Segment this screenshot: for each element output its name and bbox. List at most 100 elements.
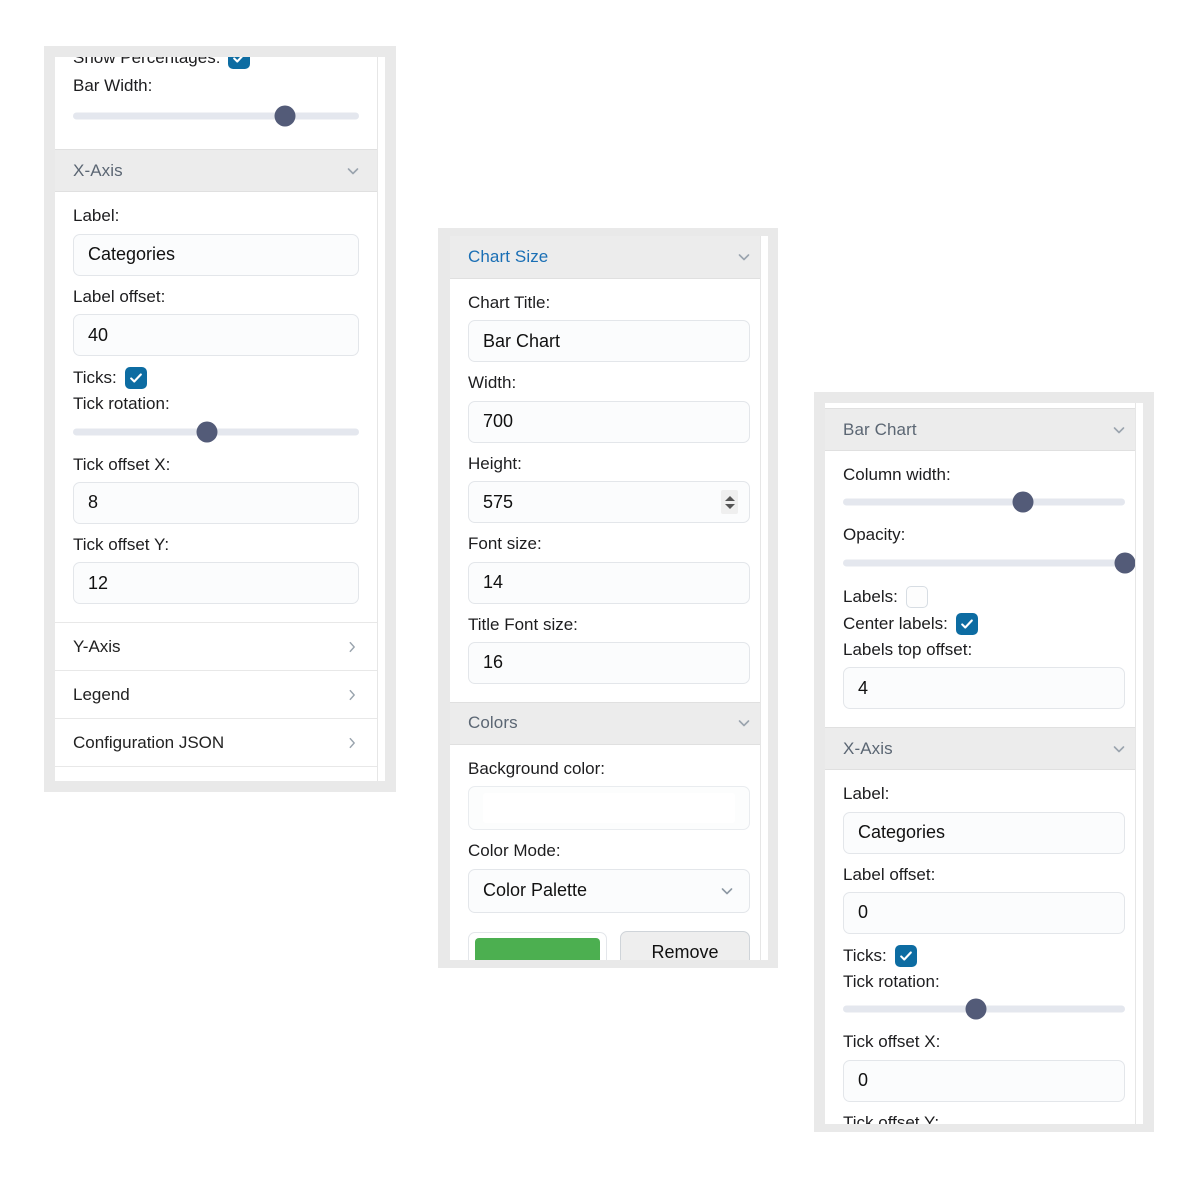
chart-title-input[interactable]: Bar Chart — [468, 320, 750, 363]
show-percentages-row[interactable]: Show Percentages: — [73, 57, 359, 69]
section-header-colors[interactable]: Colors — [450, 701, 768, 745]
right-settings-panel: Bar Chart Column width: Opacity: Labels:… — [814, 392, 1154, 1132]
palette-row: Remove — [468, 930, 750, 960]
tick-rotation-slider-thumb[interactable] — [196, 421, 218, 443]
title-font-size-input[interactable]: 16 — [468, 641, 750, 684]
labels-checkbox[interactable] — [905, 585, 928, 608]
bar-width-slider-thumb[interactable] — [274, 105, 296, 127]
section-header-x-axis[interactable]: X-Axis — [825, 727, 1143, 771]
x-axis-section-body: Label: Categories Label offset: 40 Ticks… — [55, 192, 377, 623]
palette-remove-button[interactable]: Remove — [620, 930, 750, 960]
labels-top-offset-input[interactable]: 4 — [843, 667, 1125, 710]
right-panel-scroll-area[interactable]: Bar Chart Column width: Opacity: Labels:… — [825, 403, 1143, 1124]
check-icon — [899, 951, 912, 961]
x-axis-tick-offset-y-caption: Tick offset Y: — [843, 1112, 940, 1124]
section-row-configuration-json[interactable]: Configuration JSON — [55, 719, 377, 768]
left-panel-body: Show Percentages: Bar Width: X-Axis Labe… — [55, 57, 385, 781]
check-icon — [233, 57, 244, 63]
section-row-label: Configuration JSON — [73, 732, 225, 752]
tick-rotation-slider-thumb[interactable] — [965, 998, 987, 1020]
x-axis-tick-offset-y-caption: Tick offset Y: — [73, 534, 170, 554]
color-mode-caption: Color Mode: — [468, 841, 561, 861]
chart-height-value: 575 — [483, 491, 514, 512]
left-panel-scrollbar[interactable] — [377, 57, 385, 781]
chevron-right-icon — [349, 641, 355, 652]
chevron-down-icon — [347, 168, 359, 175]
opacity-caption: Opacity: — [843, 525, 906, 545]
x-axis-ticks-row[interactable]: Ticks: — [73, 367, 359, 390]
center-labels-checkbox[interactable] — [955, 612, 978, 635]
check-icon — [961, 619, 973, 629]
x-axis-label-input[interactable]: Categories — [73, 233, 359, 276]
palette-color-picker[interactable] — [468, 931, 607, 960]
section-title-bar-chart: Bar Chart — [843, 419, 917, 439]
x-axis-tick-offset-y-input[interactable]: 12 — [73, 562, 359, 605]
x-axis-label-offset-input[interactable]: 0 — [843, 891, 1125, 934]
chart-width-input[interactable]: 700 — [468, 400, 750, 443]
section-row-label: Legend — [73, 684, 130, 704]
x-axis-label-caption: Label: — [73, 206, 120, 226]
x-axis-ticks-checkbox[interactable] — [894, 944, 917, 967]
x-axis-tick-rotation-caption: Tick rotation: — [843, 971, 940, 991]
opacity-slider-track — [843, 559, 1125, 567]
section-header-bar-chart[interactable]: Bar Chart — [825, 408, 1143, 451]
color-mode-select[interactable]: Color Palette — [468, 868, 750, 913]
bar-width-label: Bar Width: — [73, 76, 153, 95]
font-size-caption: Font size: — [468, 534, 542, 554]
labels-row[interactable]: Labels: — [843, 585, 1125, 608]
chart-size-section-body: Chart Title: Bar Chart Width: 700 Height… — [450, 279, 768, 702]
section-row-label: Y-Axis — [73, 636, 121, 656]
chart-width-caption: Width: — [468, 373, 517, 393]
chart-height-stepper[interactable] — [721, 490, 738, 515]
opacity-slider-thumb[interactable] — [1114, 552, 1136, 574]
background-color-caption: Background color: — [468, 758, 606, 778]
column-width-caption: Column width: — [843, 465, 951, 484]
palette-color-swatch — [475, 937, 600, 960]
bar-width-slider[interactable] — [73, 103, 359, 129]
x-axis-ticks-checkbox[interactable] — [124, 367, 147, 390]
section-title-x-axis: X-Axis — [843, 738, 893, 758]
section-row-y-axis[interactable]: Y-Axis — [55, 623, 377, 672]
x-axis-tick-offset-x-input[interactable]: 8 — [73, 481, 359, 524]
x-axis-tick-offset-x-input[interactable]: 0 — [843, 1059, 1125, 1102]
right-panel-scrollbar[interactable] — [1135, 403, 1143, 1124]
stepper-up-icon[interactable] — [724, 495, 735, 501]
chart-height-input[interactable]: 575 — [468, 481, 750, 524]
column-width-slider-thumb[interactable] — [1012, 491, 1034, 513]
background-color-picker[interactable] — [468, 786, 750, 831]
show-percentages-checkbox[interactable] — [228, 57, 251, 69]
opacity-slider[interactable] — [843, 550, 1136, 576]
middle-settings-panel: Chart Size Chart Title: Bar Chart Width:… — [438, 228, 778, 968]
font-size-input[interactable]: 14 — [468, 561, 750, 604]
column-width-slider[interactable] — [843, 489, 1125, 515]
section-header-chart-size[interactable]: Chart Size — [450, 236, 768, 279]
chevron-down-icon — [738, 720, 750, 727]
chevron-right-icon — [349, 737, 355, 748]
x-axis-label-offset-input[interactable]: 40 — [73, 314, 359, 357]
section-row-export[interactable]: Export — [55, 767, 377, 781]
background-color-swatch — [483, 793, 735, 824]
column-width-slider-track — [843, 498, 1125, 506]
x-axis-tick-rotation-slider[interactable] — [73, 419, 359, 445]
show-percentages-label: Show Percentages: — [73, 57, 221, 67]
x-axis-label-offset-caption: Label offset: — [73, 286, 166, 306]
section-row-legend[interactable]: Legend — [55, 671, 377, 720]
collapsed-sections-list: Y-Axis Legend Configuration JSON — [55, 622, 377, 781]
section-header-x-axis[interactable]: X-Axis — [55, 149, 377, 193]
title-font-size-caption: Title Font size: — [468, 614, 578, 634]
middle-panel-scrollbar[interactable] — [760, 236, 768, 960]
middle-panel-scroll-area[interactable]: Chart Size Chart Title: Bar Chart Width:… — [450, 236, 768, 960]
chart-height-caption: Height: — [468, 453, 522, 473]
x-axis-ticks-row[interactable]: Ticks: — [843, 944, 1125, 967]
x-axis-label-input[interactable]: Categories — [843, 811, 1125, 854]
x-axis-tick-rotation-caption: Tick rotation: — [73, 394, 170, 414]
center-labels-row[interactable]: Center labels: — [843, 612, 1125, 635]
stepper-down-icon[interactable] — [724, 503, 735, 509]
x-axis-tick-offset-x-caption: Tick offset X: — [73, 454, 171, 474]
left-panel-scroll-area[interactable]: Show Percentages: Bar Width: X-Axis Labe… — [55, 57, 377, 781]
chevron-down-icon — [721, 887, 733, 895]
x-axis-tick-rotation-slider[interactable] — [843, 996, 1125, 1022]
x-axis-ticks-label: Ticks: — [73, 368, 117, 388]
middle-panel-body: Chart Size Chart Title: Bar Chart Width:… — [450, 236, 768, 960]
chevron-right-icon — [349, 689, 355, 700]
